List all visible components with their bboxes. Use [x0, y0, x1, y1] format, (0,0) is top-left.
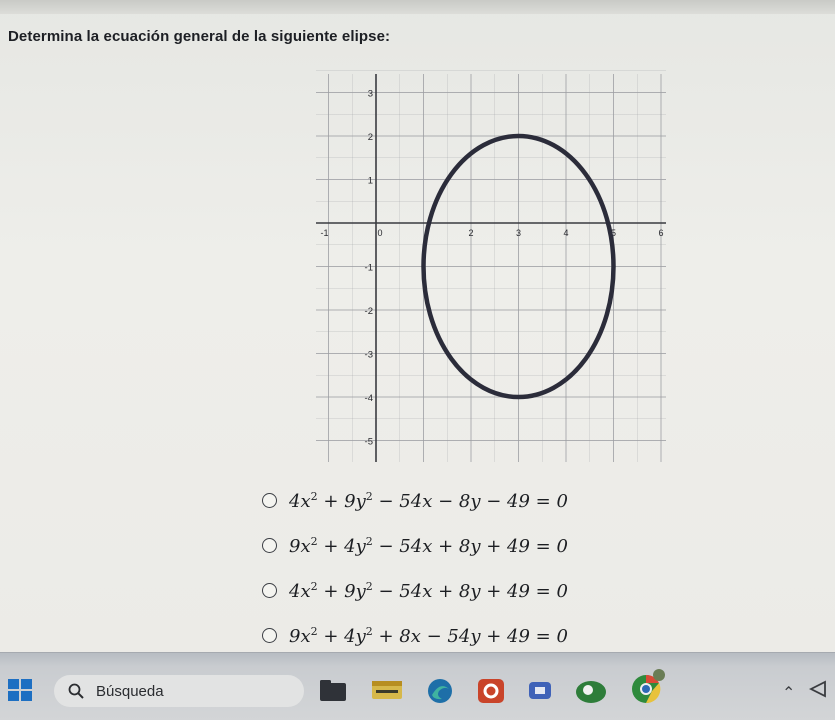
radio-button[interactable] — [262, 493, 277, 508]
edge-icon[interactable] — [426, 677, 454, 705]
x-tick-label: 3 — [516, 228, 521, 238]
x-tick-label: 2 — [468, 228, 473, 238]
search-icon — [68, 683, 84, 699]
answer-options: 4x2 + 9y2 − 54x − 8y − 49 = 0 9x2 + 4y2 … — [262, 478, 568, 658]
ellipse-graph: -1 0 2 3 4 5 6321-1-2-3-4-5 — [316, 70, 666, 462]
y-tick-label: 3 — [368, 89, 373, 100]
y-tick-label: 1 — [368, 176, 373, 187]
question-text: Determina la ecuación general de la sigu… — [8, 28, 391, 45]
office-icon[interactable] — [476, 677, 506, 705]
equation-text: 4x2 + 9y2 − 54x − 8y − 49 = 0 — [289, 489, 568, 512]
option-1[interactable]: 4x2 + 9y2 − 54x − 8y − 49 = 0 — [262, 478, 568, 523]
y-tick-label: 2 — [368, 132, 373, 143]
x-tick-label: -1 — [320, 228, 328, 238]
radio-button[interactable] — [262, 538, 277, 553]
x-tick-label: 0 — [377, 228, 382, 238]
y-tick-label: -4 — [365, 393, 373, 404]
windows-taskbar: Búsqueda ⌃ — [0, 652, 835, 720]
equation-text: 9x2 + 4y2 + 8x − 54y + 49 = 0 — [289, 624, 568, 647]
equation-text: 4x2 + 9y2 − 54x + 8y + 49 = 0 — [289, 579, 568, 602]
option-3[interactable]: 4x2 + 9y2 − 54x + 8y + 49 = 0 — [262, 568, 568, 613]
option-2[interactable]: 9x2 + 4y2 − 54x + 8y + 49 = 0 — [262, 523, 568, 568]
notes-icon[interactable] — [370, 677, 404, 703]
radio-button[interactable] — [262, 628, 277, 643]
x-tick-label: 6 — [658, 228, 663, 238]
chat-icon[interactable] — [574, 677, 608, 705]
speaker-icon[interactable] — [808, 679, 830, 699]
radio-button[interactable] — [262, 583, 277, 598]
chevron-up-icon[interactable]: ⌃ — [782, 683, 795, 703]
search-label: Búsqueda — [96, 682, 164, 700]
equation-text: 9x2 + 4y2 − 54x + 8y + 49 = 0 — [289, 534, 568, 557]
media-icon[interactable] — [526, 677, 554, 705]
chrome-icon[interactable] — [626, 667, 666, 705]
y-tick-label: -1 — [365, 263, 373, 274]
file-explorer-icon[interactable] — [318, 677, 348, 703]
y-tick-label: -3 — [365, 350, 373, 361]
web-page: Determina la ecuación general de la sigu… — [0, 0, 835, 652]
browser-top-edge — [0, 0, 835, 14]
taskbar-search-box[interactable]: Búsqueda — [54, 675, 304, 707]
y-tick-label: -5 — [365, 437, 373, 448]
windows-start-icon[interactable] — [8, 679, 34, 703]
x-tick-label: 4 — [563, 228, 568, 238]
y-tick-label: -2 — [365, 306, 373, 317]
